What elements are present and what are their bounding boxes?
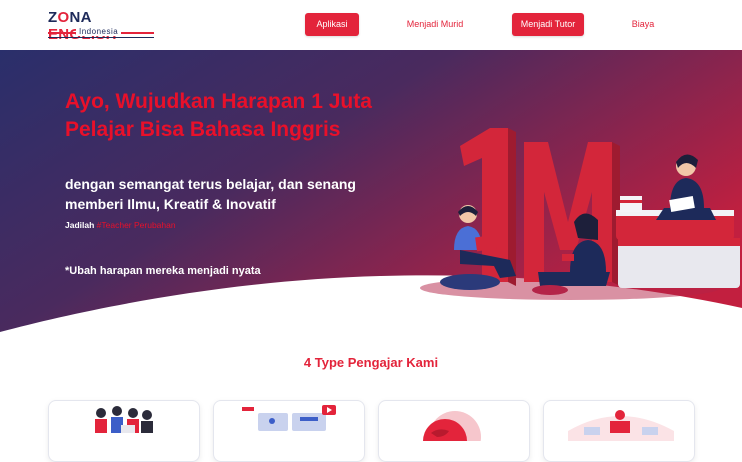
nav-menjadi-murid-link[interactable]: Menjadi Murid: [397, 13, 473, 36]
nav-menjadi-tutor-button[interactable]: Menjadi Tutor: [512, 13, 584, 36]
nav-aplikasi-button[interactable]: Aplikasi: [305, 13, 359, 36]
tagline-hashtag: #Teacher Perubahan: [96, 220, 176, 230]
logo[interactable]: ZONA ENGLISH Indonesia: [48, 9, 156, 43]
teacher-desk-icon: [568, 410, 674, 441]
nav-biaya-link[interactable]: Biaya: [624, 13, 662, 36]
hero-note: *Ubah harapan mereka menjadi nyata: [65, 265, 261, 277]
section-title: 4 Type Pengajar Kami: [303, 355, 439, 370]
logo-sub-text: Indonesia: [76, 27, 122, 36]
teacher-type-card-2[interactable]: [213, 400, 365, 462]
header: ZONA ENGLISH Indonesia Aplikasi Menjadi …: [0, 0, 742, 50]
teacher-type-card-4[interactable]: [543, 400, 695, 462]
hero-tagline: Jadilah #Teacher Perubahan: [65, 220, 176, 230]
teacher-type-card-3[interactable]: [378, 400, 530, 462]
hero-banner: Ayo, Wujudkan Harapan 1 Juta Pelajar Bis…: [0, 50, 742, 332]
hero-title: Ayo, Wujudkan Harapan 1 Juta Pelajar Bis…: [65, 90, 372, 141]
hero-illustration: 1M: [420, 128, 740, 300]
tagline-prefix: Jadilah: [65, 220, 95, 230]
teacher-type-card-1[interactable]: [48, 400, 200, 462]
logo-subtitle: Indonesia: [48, 27, 154, 40]
video-lesson-icon: [242, 405, 336, 431]
group-people-icon: [95, 406, 153, 433]
hero-subtitle: dengan semangat terus belajar, dan senan…: [65, 176, 356, 212]
logo-letters-na: NA: [69, 9, 92, 26]
reading-person-icon: [656, 154, 716, 220]
globe-icon: [423, 411, 481, 441]
